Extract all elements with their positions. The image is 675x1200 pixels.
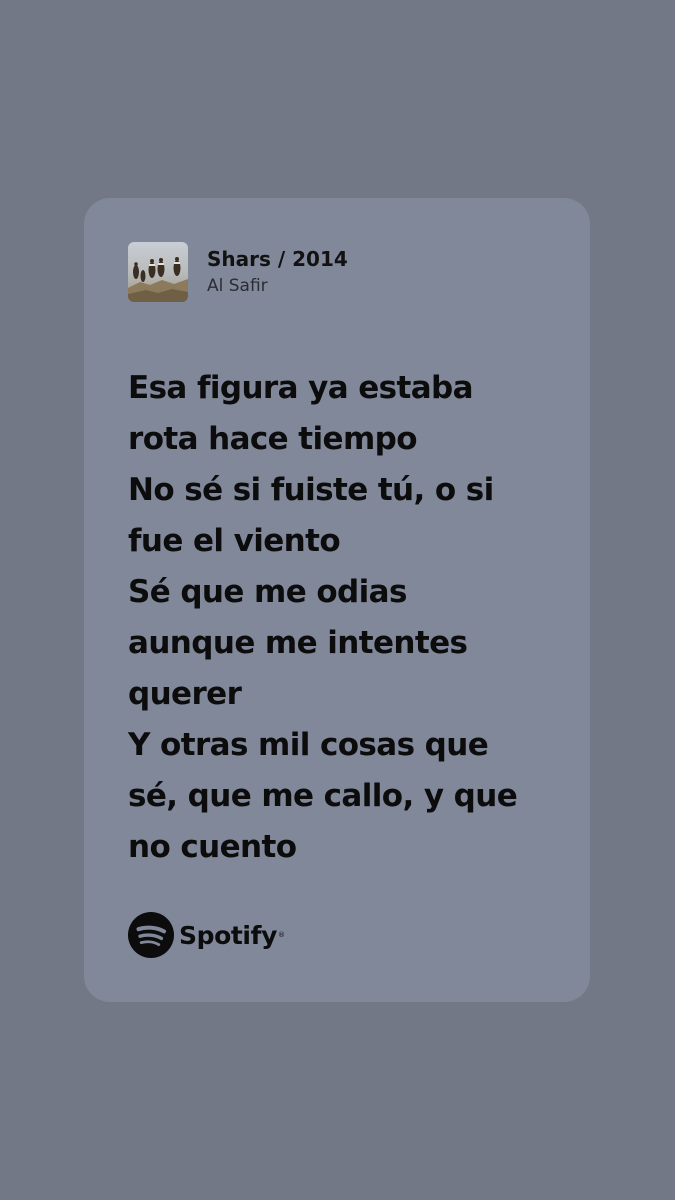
lyric-line: Sé que me odias — [128, 574, 407, 610]
lyric-line: no cuento — [128, 829, 297, 865]
lyric-line: No sé si fuiste tú, o si — [128, 472, 494, 508]
track-header: Shars / 2014 Al Safir — [128, 242, 348, 302]
spotify-logo-icon — [128, 912, 174, 958]
track-title: Shars / 2014 — [207, 247, 348, 271]
lyric-line: Y otras mil cosas que — [128, 727, 489, 763]
track-artist: Al Safir — [207, 276, 268, 296]
lyric-line: querer — [128, 676, 242, 712]
spotify-wordmark: Spotify — [179, 920, 277, 950]
lyric-line: aunque me intentes — [128, 625, 468, 661]
lyric-line: rota hace tiempo — [128, 421, 418, 457]
album-cover-image — [128, 242, 188, 302]
album-cover-icon — [128, 242, 188, 302]
trademark-symbol: ® — [277, 931, 285, 939]
lyrics-block: Esa figura ya estaba rota hace tiempo No… — [128, 363, 568, 873]
lyrics-share-card: Shars / 2014 Al Safir Esa figura ya esta… — [84, 198, 590, 1002]
lyric-line: fue el viento — [128, 523, 341, 559]
lyric-line: sé, que me callo, y que — [128, 778, 518, 814]
track-meta: Shars / 2014 Al Safir — [207, 246, 348, 298]
spotify-branding: Spotify ® — [128, 912, 285, 958]
lyric-line: Esa figura ya estaba — [128, 370, 474, 406]
